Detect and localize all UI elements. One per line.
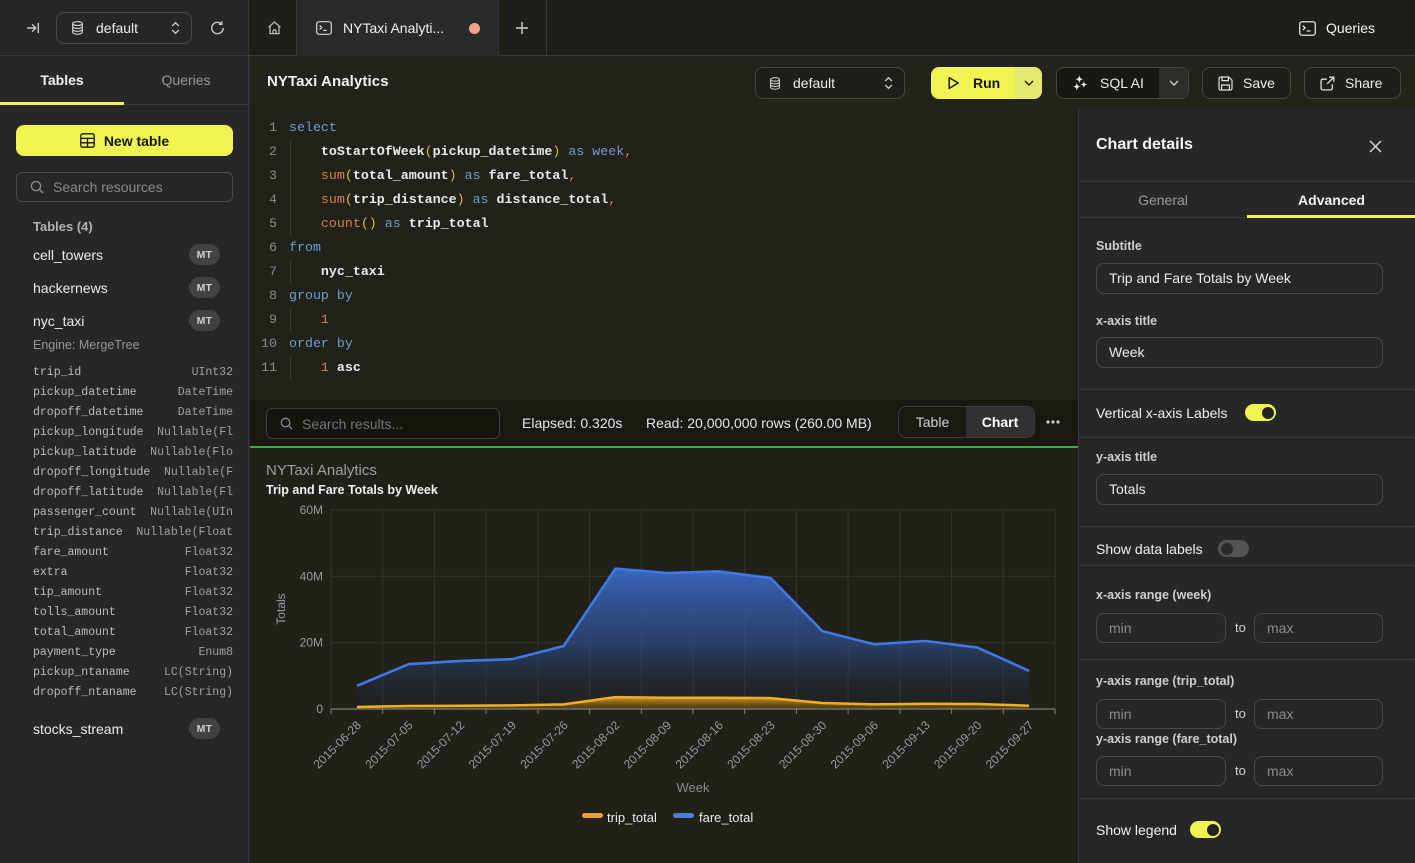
- svg-text:2015-09-06: 2015-09-06: [828, 718, 882, 772]
- svg-text:0: 0: [316, 702, 323, 716]
- svg-text:Trip and Fare Totals by Week: Trip and Fare Totals by Week: [266, 483, 438, 497]
- svg-text:20M: 20M: [300, 636, 323, 650]
- svg-text:2015-09-13: 2015-09-13: [879, 718, 933, 772]
- svg-text:2015-08-23: 2015-08-23: [724, 718, 778, 772]
- svg-text:2015-06-28: 2015-06-28: [311, 718, 365, 772]
- svg-text:2015-07-05: 2015-07-05: [362, 718, 416, 772]
- svg-text:60M: 60M: [300, 503, 323, 517]
- svg-text:NYTaxi Analytics: NYTaxi Analytics: [266, 462, 377, 479]
- svg-text:2015-07-26: 2015-07-26: [517, 718, 571, 772]
- svg-text:2015-07-12: 2015-07-12: [414, 718, 468, 772]
- svg-text:Totals: Totals: [274, 593, 288, 624]
- svg-text:2015-08-30: 2015-08-30: [776, 718, 830, 772]
- svg-text:2015-08-02: 2015-08-02: [569, 718, 623, 772]
- svg-text:2015-09-27: 2015-09-27: [983, 718, 1037, 772]
- svg-text:2015-07-19: 2015-07-19: [466, 718, 520, 772]
- svg-text:Week: Week: [677, 780, 710, 795]
- svg-text:trip_total: trip_total: [607, 810, 657, 825]
- svg-text:2015-08-16: 2015-08-16: [673, 718, 727, 772]
- svg-text:fare_total: fare_total: [699, 810, 753, 825]
- svg-text:2015-08-09: 2015-08-09: [621, 718, 675, 772]
- svg-text:2015-09-20: 2015-09-20: [931, 718, 985, 772]
- svg-text:40M: 40M: [300, 569, 323, 583]
